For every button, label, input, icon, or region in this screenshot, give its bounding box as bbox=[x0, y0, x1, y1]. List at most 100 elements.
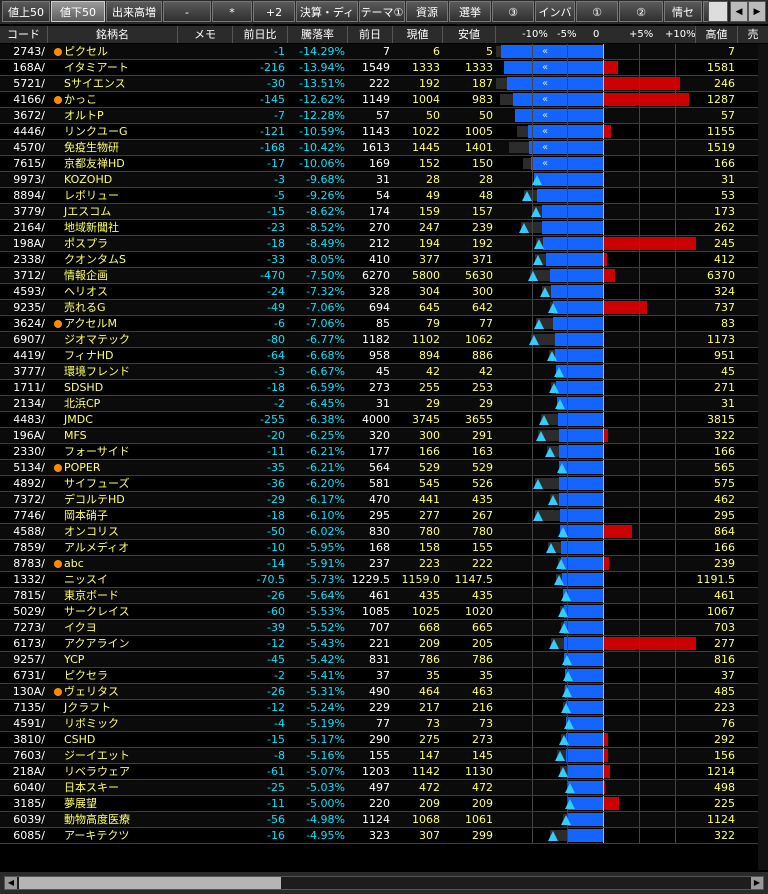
tab-14[interactable]: 情セ bbox=[664, 1, 702, 22]
table-row[interactable]: 8894/レボリュー -5 -9.26% 54 49 48 53 bbox=[0, 188, 768, 204]
header-open[interactable]: 売 bbox=[738, 26, 768, 43]
memo-cell[interactable] bbox=[178, 492, 233, 507]
table-row[interactable]: 1711/SDSHD -18 -6.59% 273 255 253 271 bbox=[0, 380, 768, 396]
memo-cell[interactable] bbox=[178, 76, 233, 91]
tab-5[interactable]: +2 bbox=[253, 1, 295, 22]
memo-cell[interactable] bbox=[178, 140, 233, 155]
tab-12[interactable]: ① bbox=[576, 1, 618, 22]
memo-cell[interactable] bbox=[178, 476, 233, 491]
tab-7[interactable]: テーマ① bbox=[359, 1, 405, 22]
table-row[interactable]: 6731/ピクセラ -2 -5.41% 37 35 35 37 bbox=[0, 668, 768, 684]
memo-cell[interactable] bbox=[178, 652, 233, 667]
table-row[interactable]: 196A/MFS -20 -6.25% 320 300 291 322 bbox=[0, 428, 768, 444]
memo-cell[interactable] bbox=[178, 380, 233, 395]
memo-cell[interactable] bbox=[178, 108, 233, 123]
table-row[interactable]: 7135/Jクラフト -12 -5.24% 229 217 216 223 bbox=[0, 700, 768, 716]
table-row[interactable]: 8783/abc -14 -5.91% 237 223 222 239 bbox=[0, 556, 768, 572]
tab-0[interactable]: 値上50 bbox=[2, 1, 50, 22]
header-memo[interactable]: メモ bbox=[178, 26, 233, 43]
table-row[interactable]: 7372/デコルテHD -29 -6.17% 470 441 435 462 bbox=[0, 492, 768, 508]
memo-cell[interactable] bbox=[178, 748, 233, 763]
memo-cell[interactable] bbox=[178, 444, 233, 459]
table-row[interactable]: 4593/ヘリオス -24 -7.32% 328 304 300 324 bbox=[0, 284, 768, 300]
table-row[interactable]: 1332/ニッスイ -70.5 -5.73% 1229.5 1159.0 1147.5 11… bbox=[0, 572, 768, 588]
memo-cell[interactable] bbox=[178, 556, 233, 571]
memo-cell[interactable] bbox=[178, 716, 233, 731]
memo-cell[interactable] bbox=[178, 332, 233, 347]
table-row[interactable]: 7273/イクヨ -39 -5.52% 707 668 665 703 bbox=[0, 620, 768, 636]
table-row[interactable]: 6907/ジオマテック -80 -6.77% 1182 1102 1062 1173 bbox=[0, 332, 768, 348]
table-row[interactable]: 4892/サイフューズ -36 -6.20% 581 545 526 575 bbox=[0, 476, 768, 492]
memo-cell[interactable] bbox=[178, 604, 233, 619]
table-row[interactable]: 130A/ヴェリタス -26 -5.31% 490 464 463 485 bbox=[0, 684, 768, 700]
memo-cell[interactable] bbox=[178, 588, 233, 603]
memo-cell[interactable] bbox=[178, 812, 233, 827]
table-row[interactable]: 3185/夢展望 -11 -5.00% 220 209 209 225 bbox=[0, 796, 768, 812]
table-row[interactable]: 168A/イタミアート -216 -13.94% 1549 1333 1333 « 1581 bbox=[0, 60, 768, 76]
horizontal-scrollbar[interactable]: ◀ ▶ bbox=[4, 876, 764, 890]
table-row[interactable]: 2330/フォーサイド -11 -6.21% 177 166 163 166 bbox=[0, 444, 768, 460]
tab-10[interactable]: ③ bbox=[492, 1, 534, 22]
memo-cell[interactable] bbox=[178, 268, 233, 283]
memo-cell[interactable] bbox=[178, 348, 233, 363]
table-row[interactable]: 3777/環境フレンド -3 -6.67% 45 42 42 45 bbox=[0, 364, 768, 380]
tab-scroll-right-icon[interactable]: ▶ bbox=[748, 1, 766, 22]
memo-cell[interactable] bbox=[178, 428, 233, 443]
table-row[interactable]: 4483/JMDC -255 -6.38% 4000 3745 3655 3815 bbox=[0, 412, 768, 428]
memo-cell[interactable] bbox=[178, 732, 233, 747]
memo-cell[interactable] bbox=[178, 300, 233, 315]
memo-cell[interactable] bbox=[178, 620, 233, 635]
memo-cell[interactable] bbox=[178, 172, 233, 187]
memo-cell[interactable] bbox=[178, 508, 233, 523]
memo-cell[interactable] bbox=[178, 540, 233, 555]
tab-6[interactable]: 決算・ディ bbox=[296, 1, 358, 22]
scroll-right-icon[interactable]: ▶ bbox=[751, 877, 763, 889]
memo-cell[interactable] bbox=[178, 252, 233, 267]
header-prev[interactable]: 前日 bbox=[348, 26, 393, 43]
header-high[interactable]: 高値 bbox=[696, 26, 738, 43]
table-row[interactable]: 4419/フィナHD -64 -6.68% 958 894 886 951 bbox=[0, 348, 768, 364]
table-row[interactable]: 3779/Jエスコム -15 -8.62% 174 159 157 173 bbox=[0, 204, 768, 220]
memo-cell[interactable] bbox=[178, 764, 233, 779]
vertical-scrollbar[interactable] bbox=[758, 44, 768, 870]
memo-cell[interactable] bbox=[178, 44, 233, 59]
memo-cell[interactable] bbox=[178, 684, 233, 699]
table-row[interactable]: 5029/サークレイス -60 -5.53% 1085 1025 1020 1067 bbox=[0, 604, 768, 620]
table-row[interactable]: 7815/東京ボード -26 -5.64% 461 435 435 461 bbox=[0, 588, 768, 604]
memo-cell[interactable] bbox=[178, 284, 233, 299]
header-name[interactable]: 銘柄名 bbox=[48, 26, 178, 43]
table-row[interactable]: 6085/アーキテクツ -16 -4.95% 323 307 299 322 bbox=[0, 828, 768, 844]
memo-cell[interactable] bbox=[178, 636, 233, 651]
table-row[interactable]: 2338/クオンタムS -33 -8.05% 410 377 371 412 bbox=[0, 252, 768, 268]
memo-cell[interactable] bbox=[178, 460, 233, 475]
table-row[interactable]: 7615/京都友禅HD -17 -10.06% 169 152 150 « 166 bbox=[0, 156, 768, 172]
memo-cell[interactable] bbox=[178, 60, 233, 75]
memo-cell[interactable] bbox=[178, 668, 233, 683]
memo-cell[interactable] bbox=[178, 780, 233, 795]
header-code[interactable]: コード bbox=[0, 26, 48, 43]
table-row[interactable]: 9973/KOZOHD -3 -9.68% 31 28 28 31 bbox=[0, 172, 768, 188]
memo-cell[interactable] bbox=[178, 236, 233, 251]
tab-3[interactable]: - bbox=[163, 1, 211, 22]
tab-4[interactable]: * bbox=[212, 1, 252, 22]
memo-cell[interactable] bbox=[178, 316, 233, 331]
table-row[interactable]: 4570/免疫生物研 -168 -10.42% 1613 1445 1401 « 1519 bbox=[0, 140, 768, 156]
memo-cell[interactable] bbox=[178, 364, 233, 379]
table-row[interactable]: 3712/情報企画 -470 -7.50% 6270 5800 5630 6370 bbox=[0, 268, 768, 284]
table-row[interactable]: 6173/アクアライン -12 -5.43% 221 209 205 277 bbox=[0, 636, 768, 652]
memo-cell[interactable] bbox=[178, 92, 233, 107]
memo-cell[interactable] bbox=[178, 828, 233, 843]
memo-cell[interactable] bbox=[178, 156, 233, 171]
memo-cell[interactable] bbox=[178, 524, 233, 539]
table-row[interactable]: 4588/オンコリス -50 -6.02% 830 780 780 864 bbox=[0, 524, 768, 540]
tab-2[interactable]: 出来高増 bbox=[106, 1, 162, 22]
table-row[interactable]: 9257/YCP -45 -5.42% 831 786 786 816 bbox=[0, 652, 768, 668]
table-row[interactable]: 3624/アクセルM -6 -7.06% 85 79 77 83 bbox=[0, 316, 768, 332]
tab-13[interactable]: ② bbox=[619, 1, 663, 22]
table-row[interactable]: 9235/売れるG -49 -7.06% 694 645 642 737 bbox=[0, 300, 768, 316]
table-row[interactable]: 4166/かっこ -145 -12.62% 1149 1004 983 « 1287 bbox=[0, 92, 768, 108]
table-row[interactable]: 4591/リボミック -4 -5.19% 77 73 73 76 bbox=[0, 716, 768, 732]
header-cur[interactable]: 現値 bbox=[393, 26, 443, 43]
memo-cell[interactable] bbox=[178, 204, 233, 219]
table-row[interactable]: 6039/動物高度医療 -56 -4.98% 1124 1068 1061 1124 bbox=[0, 812, 768, 828]
